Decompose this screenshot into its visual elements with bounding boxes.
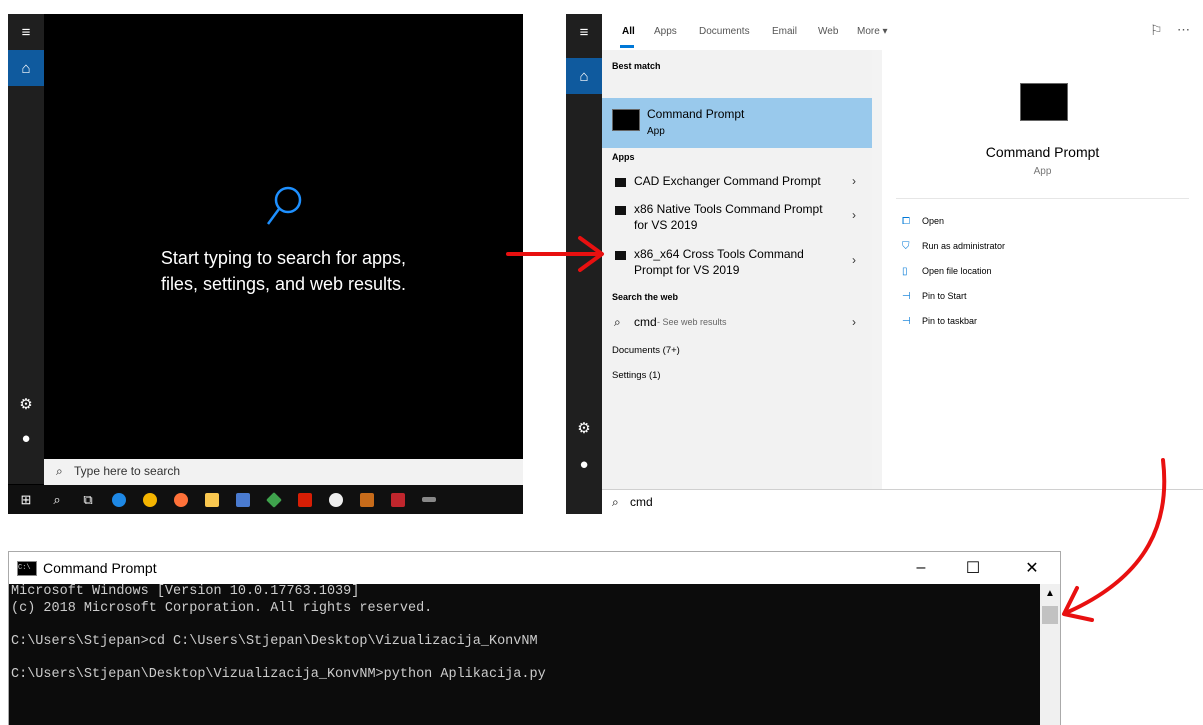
annotation-arrows <box>506 236 1167 622</box>
arrow-right <box>506 236 604 272</box>
arrow-curved-down <box>1062 458 1167 622</box>
